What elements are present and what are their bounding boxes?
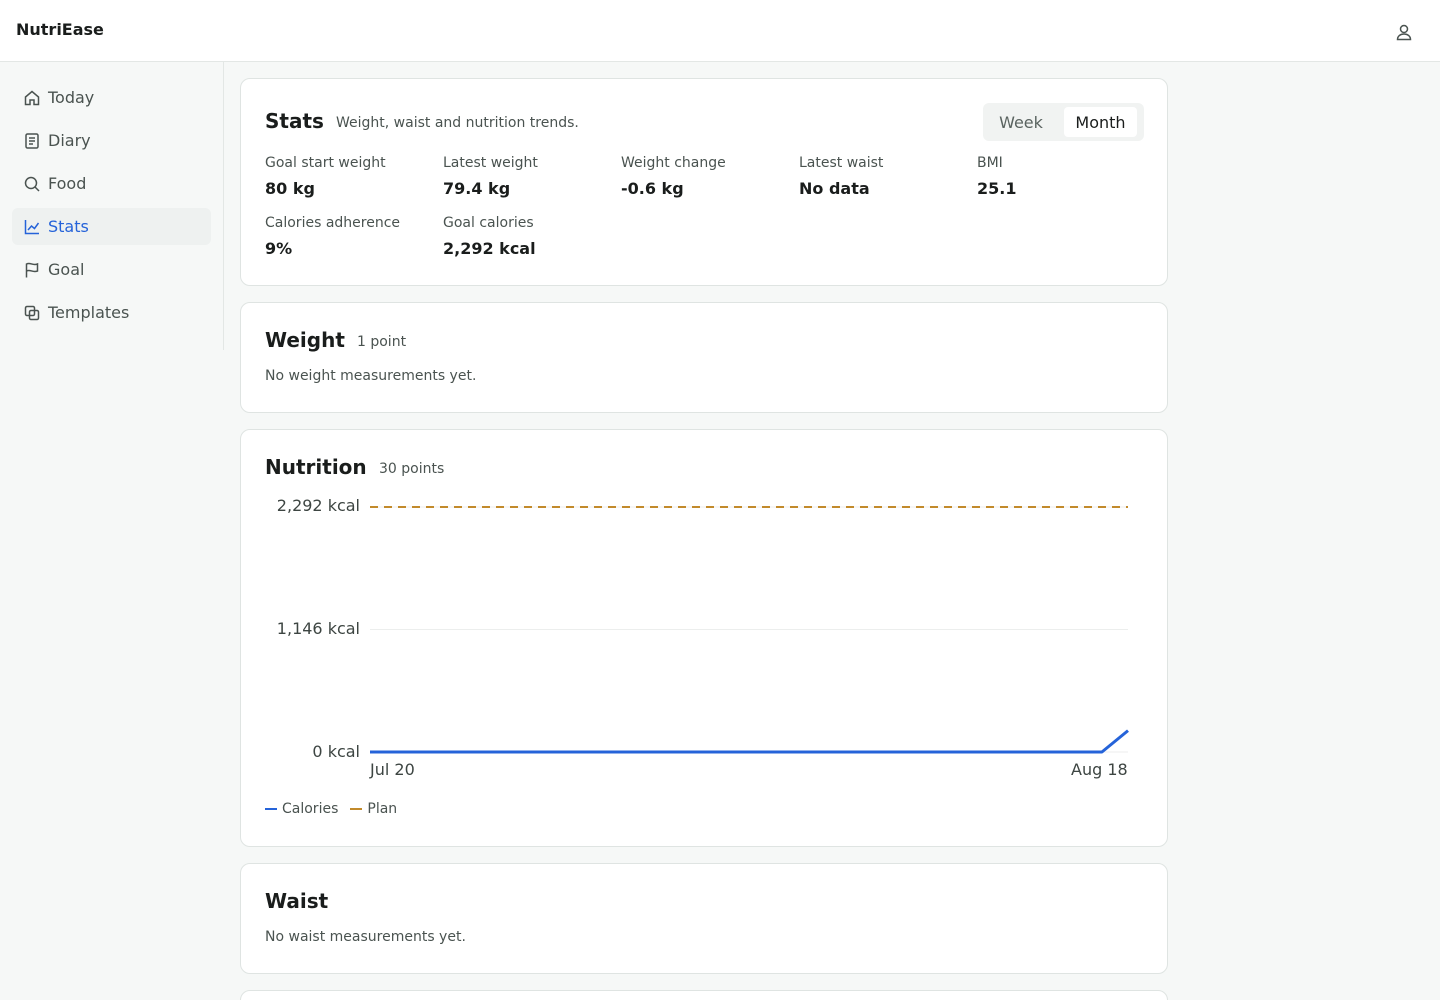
chart-legend: Calories Plan bbox=[265, 801, 409, 817]
top-bar: NutriEase bbox=[0, 0, 1440, 62]
sidebar-item-goal[interactable]: Goal bbox=[12, 251, 211, 288]
stats-card: Stats Weight, waist and nutrition trends… bbox=[240, 78, 1168, 286]
next-card bbox=[240, 990, 1168, 1000]
metric-label: Goal start weight bbox=[265, 155, 386, 171]
user-menu-button[interactable] bbox=[1390, 18, 1418, 46]
metric-value: 25.1 bbox=[977, 179, 1017, 198]
metric-label: Calories adherence bbox=[265, 215, 401, 231]
legend-entry-plan: Plan bbox=[350, 801, 397, 817]
metric-goal-calories: Goal calories 2,292 kcal bbox=[443, 215, 613, 258]
app-title: NutriEase bbox=[16, 20, 104, 39]
metric-value: 9% bbox=[265, 239, 293, 258]
diary-icon bbox=[23, 132, 41, 150]
range-month-option[interactable]: Month bbox=[1064, 107, 1137, 137]
metric-goal-start-weight: Goal start weight 80 kg bbox=[265, 155, 435, 198]
sidebar-item-stats[interactable]: Stats bbox=[12, 208, 211, 245]
metric-calories-adherence: Calories adherence 9% bbox=[265, 215, 435, 258]
legend-swatch bbox=[350, 808, 363, 810]
waist-title: Waist bbox=[265, 889, 329, 913]
range-week-option[interactable]: Week bbox=[987, 107, 1055, 137]
metric-label: BMI bbox=[977, 155, 1003, 171]
sidebar-item-templates[interactable]: Templates bbox=[12, 294, 211, 331]
search-icon bbox=[23, 175, 41, 193]
metric-latest-weight: Latest weight 79.4 kg bbox=[443, 155, 613, 198]
sidebar-item-label: Goal bbox=[48, 260, 85, 279]
nutrition-card: Nutrition 30 points 2,292 kcal 1,146 kca… bbox=[240, 429, 1168, 847]
stats-subtitle: Weight, waist and nutrition trends. bbox=[336, 115, 579, 131]
metric-label: Weight change bbox=[621, 155, 726, 171]
legend-entry-calories: Calories bbox=[265, 801, 338, 817]
sidebar-item-label: Food bbox=[48, 174, 87, 193]
weight-point-count: 1 point bbox=[357, 334, 407, 350]
metric-value: No data bbox=[799, 179, 870, 198]
metric-label: Goal calories bbox=[443, 215, 534, 231]
sidebar-item-today[interactable]: Today bbox=[12, 79, 211, 116]
weight-card: Weight 1 point No weight measurements ye… bbox=[240, 302, 1168, 413]
sidebar-item-label: Diary bbox=[48, 131, 91, 150]
legend-swatch bbox=[265, 808, 277, 810]
sidebar-item-diary[interactable]: Diary bbox=[12, 122, 211, 159]
metric-weight-change: Weight change -0.6 kg bbox=[621, 155, 791, 198]
weight-title: Weight bbox=[265, 328, 345, 352]
x-tick-label: Jul 20 bbox=[370, 760, 415, 779]
sidebar: Today Diary Food Stats Goal Templates bbox=[0, 62, 224, 350]
series-line-calories bbox=[370, 729, 1129, 754]
copy-icon bbox=[23, 304, 41, 322]
user-icon bbox=[1396, 24, 1412, 41]
home-icon bbox=[23, 89, 41, 107]
metric-value: 79.4 kg bbox=[443, 179, 511, 198]
sidebar-item-label: Templates bbox=[48, 303, 130, 322]
legend-label: Plan bbox=[367, 801, 398, 817]
nutrition-chart bbox=[370, 506, 1129, 754]
stats-title: Stats bbox=[265, 109, 324, 133]
sidebar-item-label: Stats bbox=[48, 217, 89, 236]
metric-label: Latest weight bbox=[443, 155, 538, 171]
metric-value: -0.6 kg bbox=[621, 179, 684, 198]
flag-icon bbox=[23, 261, 41, 279]
metric-label: Latest waist bbox=[799, 155, 884, 171]
range-toggle: Week Month bbox=[983, 103, 1144, 141]
x-tick-label: Aug 18 bbox=[1071, 760, 1128, 779]
chart-icon bbox=[23, 218, 41, 236]
sidebar-item-label: Today bbox=[48, 88, 95, 107]
sidebar-item-food[interactable]: Food bbox=[12, 165, 211, 202]
metric-value: 80 kg bbox=[265, 179, 315, 198]
waist-empty-message: No waist measurements yet. bbox=[265, 929, 466, 945]
waist-card: Waist No waist measurements yet. bbox=[240, 863, 1168, 974]
weight-empty-message: No weight measurements yet. bbox=[265, 368, 477, 384]
metric-bmi: BMI 25.1 bbox=[977, 155, 1147, 198]
metric-latest-waist: Latest waist No data bbox=[799, 155, 969, 198]
legend-label: Calories bbox=[282, 801, 339, 817]
metric-value: 2,292 kcal bbox=[443, 239, 536, 258]
